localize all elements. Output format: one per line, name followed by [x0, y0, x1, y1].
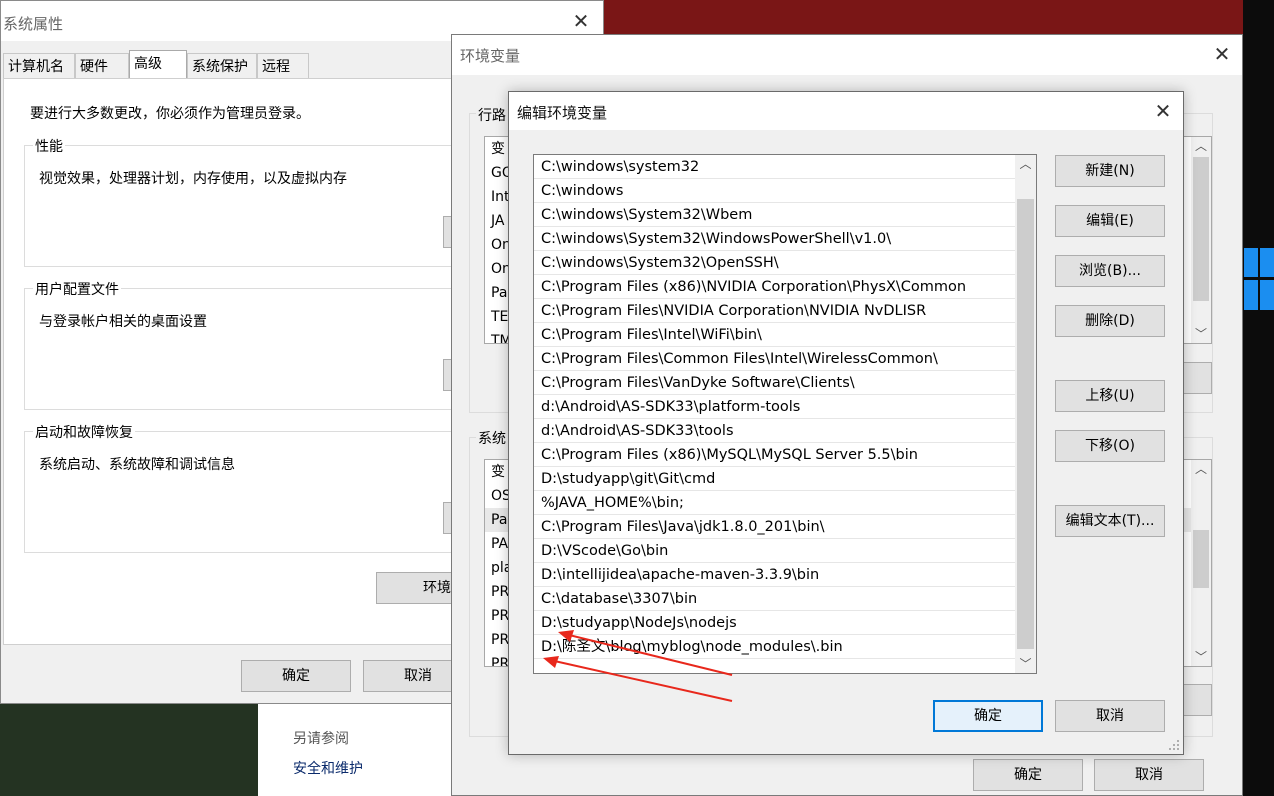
tab-label: 远程: [262, 59, 290, 75]
close-icon[interactable]: ✕: [1153, 101, 1173, 121]
title-bar: 编辑环境变量 ✕: [509, 92, 1183, 130]
close-icon[interactable]: ✕: [1212, 44, 1232, 64]
edit-button[interactable]: 编辑(E): [1055, 205, 1165, 237]
path-entries-list[interactable]: C:\windows\system32 C:\windows C:\windows\…: [533, 154, 1037, 674]
desktop-background-lower: [0, 700, 260, 796]
system-variable-action-button[interactable]: [1182, 684, 1212, 716]
tab-remote[interactable]: 远程: [257, 53, 309, 79]
user-variables-label: 行路: [476, 105, 508, 125]
ok-button[interactable]: 确定: [933, 700, 1043, 732]
tab-label: 高级: [134, 56, 162, 72]
tab-hardware[interactable]: 硬件: [75, 53, 129, 79]
tab-label: 系统保护: [192, 59, 248, 75]
path-entry[interactable]: d:\Android\AS-SDK33\platform-tools: [534, 395, 1016, 419]
window-title: 编辑环境变量: [517, 104, 608, 122]
group-title: 用户配置文件: [33, 279, 121, 299]
path-entry[interactable]: C:\windows: [534, 179, 1016, 203]
new-button[interactable]: 新建(N): [1055, 155, 1165, 187]
move-down-button[interactable]: 下移(O): [1055, 430, 1165, 462]
scroll-down-icon[interactable]: ﹀: [1191, 648, 1211, 666]
tab-advanced[interactable]: 高级: [129, 50, 187, 80]
scroll-thumb[interactable]: [1193, 530, 1209, 588]
button-label: 取消: [1135, 767, 1163, 783]
scroll-down-icon[interactable]: ﹀: [1191, 325, 1211, 343]
ok-button[interactable]: 确定: [973, 759, 1083, 791]
admin-note: 要进行大多数更改，你必须作为管理员登录。: [30, 106, 310, 122]
path-entry[interactable]: D:\intellijidea\apache-maven-3.3.9\bin: [534, 563, 1016, 587]
move-up-button[interactable]: 上移(U): [1055, 380, 1165, 412]
button-label: 下移(O): [1085, 438, 1135, 454]
path-entry[interactable]: %JAVA_HOME%\bin;: [534, 491, 1016, 515]
security-maintenance-link[interactable]: 安全和维护: [293, 758, 363, 778]
path-list-scrollbar[interactable]: ︿ ﹀: [1015, 155, 1036, 673]
button-label: 编辑(E): [1086, 213, 1134, 229]
button-label: 上移(U): [1085, 388, 1135, 404]
desktop-edge: [1243, 0, 1274, 796]
cancel-button[interactable]: 取消: [1055, 700, 1165, 732]
button-label: 取消: [404, 668, 432, 684]
path-entry[interactable]: D:\VScode\Go\bin: [534, 539, 1016, 563]
button-label: 浏览(B)...: [1079, 263, 1141, 279]
button-label: 新建(N): [1085, 163, 1135, 179]
system-variables-label: 系统: [476, 428, 508, 448]
group-title: 性能: [33, 136, 65, 156]
tab-label: 计算机名: [8, 59, 64, 75]
button-label: 环境: [423, 580, 451, 596]
group-desc: 视觉效果，处理器计划，内存使用，以及虚拟内存: [39, 171, 347, 187]
path-entry[interactable]: C:\windows\System32\Wbem: [534, 203, 1016, 227]
button-label: 取消: [1096, 708, 1124, 724]
button-label: 确定: [1014, 767, 1042, 783]
cancel-button[interactable]: 取消: [1094, 759, 1204, 791]
path-entry[interactable]: C:\Program Files\Java\jdk1.8.0_201\bin\: [534, 515, 1016, 539]
path-entry[interactable]: C:\Program Files\NVIDIA Corporation\NVID…: [534, 299, 1016, 323]
path-entry[interactable]: C:\windows\system32: [534, 155, 1016, 179]
edit-text-button[interactable]: 编辑文本(T)...: [1055, 505, 1165, 537]
path-entry[interactable]: C:\Program Files\Intel\WiFi\bin\: [534, 323, 1016, 347]
group-desc: 系统启动、系统故障和调试信息: [39, 457, 235, 473]
edit-environment-variable-dialog: 编辑环境变量 ✕ C:\windows\system32 C:\windows C:…: [508, 91, 1184, 755]
button-label: 确定: [974, 708, 1002, 724]
title-bar: 环境变量 ✕: [452, 35, 1242, 75]
path-entry[interactable]: C:\database\3307\bin: [534, 587, 1016, 611]
scroll-up-icon[interactable]: ︿: [1191, 137, 1211, 155]
path-entry[interactable]: C:\Program Files (x86)\NVIDIA Corporatio…: [534, 275, 1016, 299]
delete-button[interactable]: 删除(D): [1055, 305, 1165, 337]
windows-logo-icon: [1244, 248, 1274, 310]
user-variable-action-button[interactable]: [1182, 362, 1212, 394]
see-also-header: 另请参阅: [293, 731, 349, 747]
scroll-thumb[interactable]: [1017, 199, 1034, 649]
scroll-up-icon[interactable]: ︿: [1191, 460, 1211, 478]
group-desc: 与登录帐户相关的桌面设置: [39, 314, 207, 330]
ok-button[interactable]: 确定: [241, 660, 351, 692]
tab-system-protection[interactable]: 系统保护: [187, 53, 257, 79]
path-entry[interactable]: D:\studyapp\NodeJs\nodejs: [534, 611, 1016, 635]
button-label: 删除(D): [1085, 313, 1135, 329]
user-list-scrollbar[interactable]: ︿ ﹀: [1191, 137, 1211, 343]
system-list-scrollbar[interactable]: ︿ ﹀: [1191, 460, 1211, 666]
see-also-panel: 另请参阅 安全和维护: [258, 704, 458, 796]
path-entry[interactable]: C:\Program Files\VanDyke Software\Client…: [534, 371, 1016, 395]
path-entry[interactable]: D:\陈圣文\blog\myblog\node_modules\.bin: [534, 635, 1016, 659]
scroll-thumb[interactable]: [1193, 157, 1209, 301]
tab-computer-name[interactable]: 计算机名: [3, 53, 75, 79]
scroll-down-icon[interactable]: ﹀: [1015, 655, 1036, 673]
path-entry[interactable]: D:\studyapp\git\Git\cmd: [534, 467, 1016, 491]
tab-label: 硬件: [80, 59, 108, 75]
path-entry[interactable]: d:\Android\AS-SDK33\tools: [534, 419, 1016, 443]
path-entry[interactable]: C:\windows\System32\OpenSSH\: [534, 251, 1016, 275]
path-entry[interactable]: C:\Program Files\Common Files\Intel\Wire…: [534, 347, 1016, 371]
close-icon[interactable]: ✕: [571, 11, 591, 31]
path-entry[interactable]: C:\windows\System32\WindowsPowerShell\v1…: [534, 227, 1016, 251]
scroll-up-icon[interactable]: ︿: [1015, 155, 1036, 173]
button-label: 确定: [282, 668, 310, 684]
browse-button[interactable]: 浏览(B)...: [1055, 255, 1165, 287]
window-title: 系统属性: [3, 15, 64, 33]
path-entry[interactable]: C:\Program Files (x86)\MySQL\MySQL Serve…: [534, 443, 1016, 467]
resize-grip-icon[interactable]: [1168, 739, 1180, 751]
window-title: 环境变量: [460, 47, 521, 65]
button-label: 编辑文本(T)...: [1065, 513, 1155, 529]
group-title: 启动和故障恢复: [33, 422, 135, 442]
